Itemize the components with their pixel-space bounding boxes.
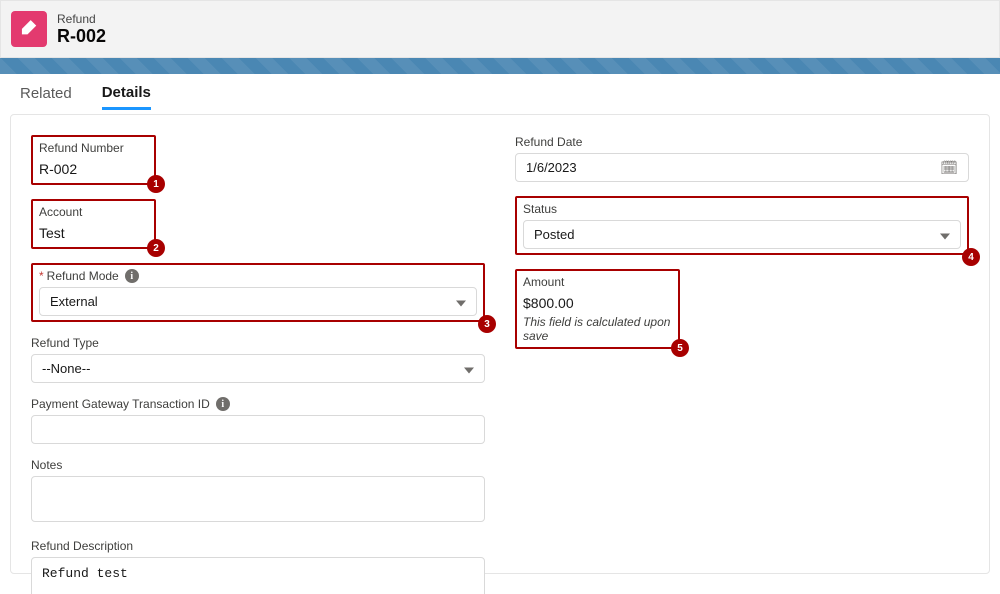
info-icon[interactable]: i — [216, 397, 230, 411]
refund-mode-label-text: Refund Mode — [47, 269, 119, 283]
record-name: R-002 — [57, 26, 106, 47]
tabs-bar: Related Details — [0, 74, 1000, 114]
callout-1: 1 — [147, 175, 165, 193]
info-icon[interactable]: i — [125, 269, 139, 283]
refund-date-value: 1/6/2023 — [526, 160, 577, 175]
calendar-icon[interactable]: 🗓 — [940, 159, 958, 176]
status-label: Status — [523, 202, 961, 216]
amount-label: Amount — [523, 275, 672, 289]
decorative-ribbon — [0, 58, 1000, 74]
field-refund-type: Refund Type --None-- — [31, 336, 485, 383]
refund-mode-label: * Refund Mode i — [39, 269, 477, 283]
required-indicator: * — [39, 269, 44, 283]
details-panel: Refund Number R-002 1 Account Test 2 * R… — [10, 114, 990, 574]
field-account: Account Test 2 — [31, 199, 485, 249]
notes-textarea[interactable] — [31, 476, 485, 522]
refund-description-textarea[interactable] — [31, 557, 485, 594]
tab-related[interactable]: Related — [20, 79, 72, 108]
field-pgti: Payment Gateway Transaction ID i — [31, 397, 485, 444]
account-label: Account — [39, 205, 148, 219]
notes-label: Notes — [31, 458, 485, 472]
refund-mode-select[interactable]: External — [39, 287, 477, 316]
amount-hint: This field is calculated upon save — [523, 315, 672, 343]
object-label: Refund — [57, 12, 106, 26]
refund-description-label: Refund Description — [31, 539, 485, 553]
refund-date-input[interactable]: 1/6/2023 🗓 — [515, 153, 969, 182]
refund-icon — [11, 11, 47, 47]
field-refund-description: Refund Description — [31, 539, 485, 594]
refund-type-value: --None-- — [42, 361, 90, 376]
field-amount: Amount $800.00 This field is calculated … — [515, 269, 969, 349]
chevron-down-icon — [456, 294, 466, 309]
field-refund-number: Refund Number R-002 1 — [31, 135, 485, 185]
field-refund-mode: * Refund Mode i External 3 — [31, 263, 485, 322]
refund-mode-value: External — [50, 294, 98, 309]
account-value: Test — [39, 223, 148, 243]
callout-5: 5 — [671, 339, 689, 357]
record-header: Refund R-002 — [0, 0, 1000, 58]
record-header-titles: Refund R-002 — [57, 12, 106, 47]
field-notes: Notes — [31, 458, 485, 525]
callout-3: 3 — [478, 315, 496, 333]
refund-type-select[interactable]: --None-- — [31, 354, 485, 383]
refund-date-label: Refund Date — [515, 135, 969, 149]
pgti-label: Payment Gateway Transaction ID i — [31, 397, 485, 411]
refund-number-label: Refund Number — [39, 141, 148, 155]
left-column: Refund Number R-002 1 Account Test 2 * R… — [31, 135, 485, 543]
field-refund-date: Refund Date 1/6/2023 🗓 — [515, 135, 969, 182]
callout-4: 4 — [962, 248, 980, 266]
chevron-down-icon — [464, 361, 474, 376]
callout-2: 2 — [147, 239, 165, 257]
status-select[interactable]: Posted — [523, 220, 961, 249]
right-column: Refund Date 1/6/2023 🗓 Status Posted 4 A… — [515, 135, 969, 543]
refund-number-value: R-002 — [39, 159, 148, 179]
chevron-down-icon — [940, 227, 950, 242]
amount-value: $800.00 — [523, 293, 672, 313]
refund-type-label: Refund Type — [31, 336, 485, 350]
field-status: Status Posted 4 — [515, 196, 969, 255]
tab-details[interactable]: Details — [102, 78, 151, 110]
status-value: Posted — [534, 227, 574, 242]
pgti-input[interactable] — [31, 415, 485, 444]
pgti-label-text: Payment Gateway Transaction ID — [31, 397, 210, 411]
